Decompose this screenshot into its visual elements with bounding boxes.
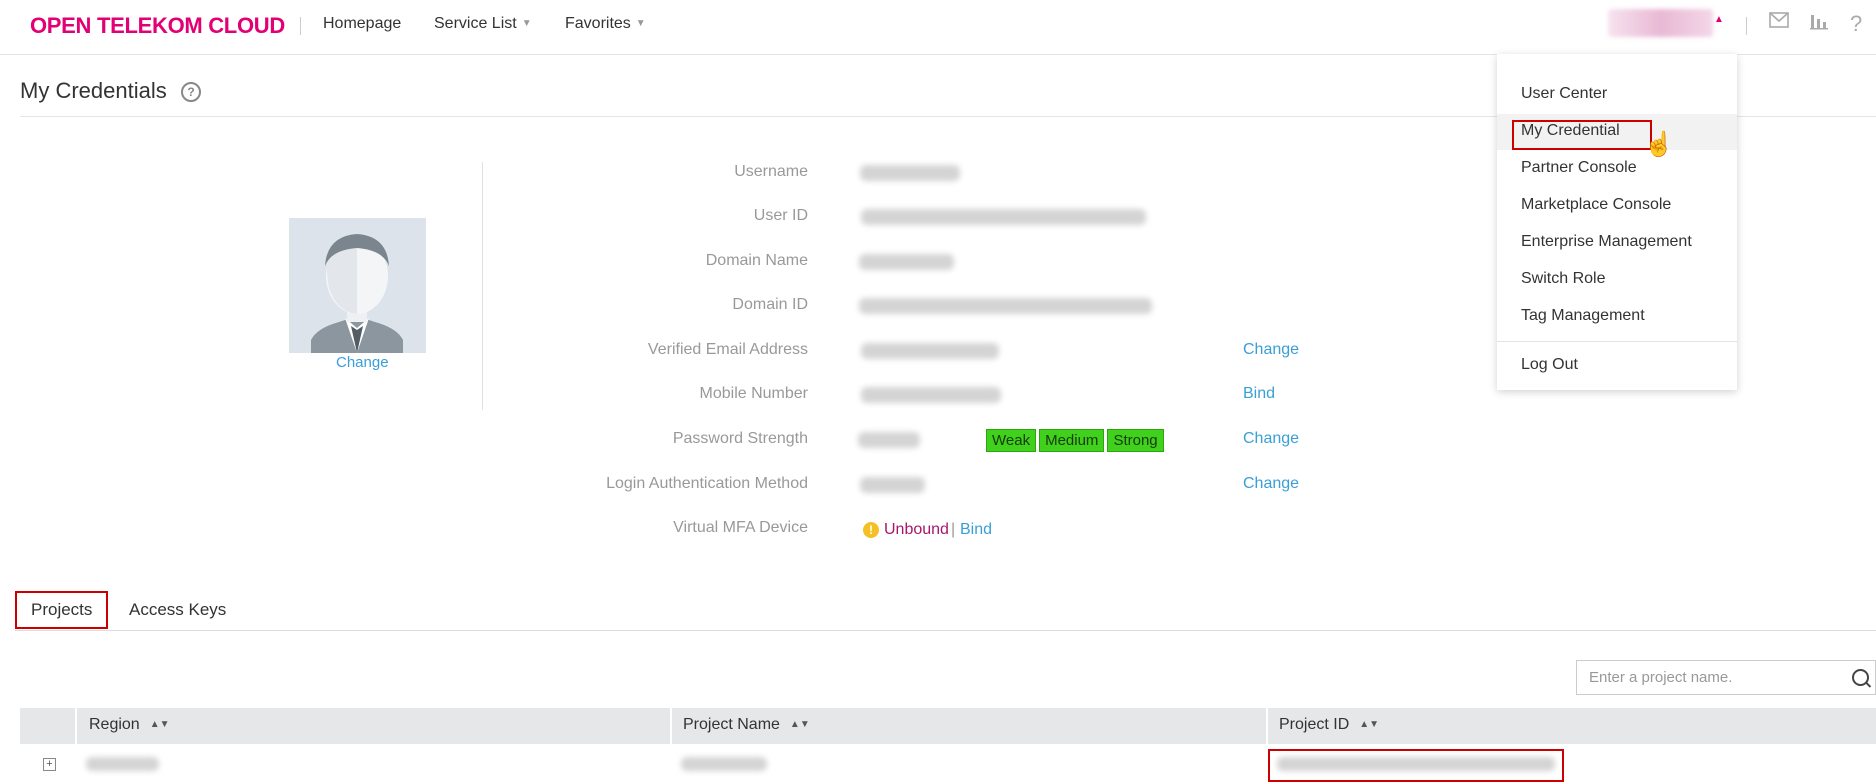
- nav-homepage[interactable]: Homepage: [323, 15, 401, 33]
- bind-mobile-link[interactable]: Bind: [1243, 385, 1275, 403]
- column-project-name-label: Project Name: [683, 716, 780, 733]
- top-header: OPEN TELEKOM CLOUD Homepage Service List…: [0, 0, 1876, 55]
- project-search: [1576, 660, 1876, 695]
- change-avatar-link[interactable]: Change: [336, 354, 389, 371]
- column-divider: [1266, 708, 1268, 744]
- strength-medium: Medium: [1039, 429, 1105, 452]
- mfa-separator: |: [951, 521, 956, 538]
- menu-item-switch-role[interactable]: Switch Role: [1521, 270, 1605, 288]
- expand-row-icon[interactable]: +: [43, 758, 56, 771]
- brand-logo[interactable]: OPEN TELEKOM CLOUD: [30, 13, 285, 39]
- strength-strong: Strong: [1107, 429, 1164, 452]
- region-value: [86, 757, 159, 771]
- login-auth-value: [860, 477, 925, 493]
- avatar: [289, 218, 426, 353]
- project-id-highlight-box: [1268, 749, 1564, 782]
- change-password-link[interactable]: Change: [1243, 430, 1299, 448]
- project-search-input[interactable]: [1577, 661, 1851, 694]
- header-divider: [300, 17, 301, 35]
- column-project-id-label: Project ID: [1279, 716, 1350, 733]
- password-strength-label: Password Strength: [672, 430, 808, 447]
- menu-item-user-center[interactable]: User Center: [1521, 85, 1607, 103]
- username-label: Username: [734, 163, 808, 180]
- header-divider: [1746, 17, 1747, 35]
- email-label: Verified Email Address: [647, 341, 808, 358]
- mobile-value: [861, 387, 1001, 403]
- sort-icon[interactable]: ▲▼: [790, 719, 810, 730]
- tab-projects[interactable]: Projects: [31, 600, 92, 620]
- password-value: [858, 432, 920, 448]
- chevron-down-icon: ▼: [635, 18, 646, 30]
- column-project-id[interactable]: Project ID ▲▼: [1279, 716, 1379, 734]
- change-login-auth-link[interactable]: Change: [1243, 475, 1299, 493]
- tab-access-keys[interactable]: Access Keys: [129, 600, 226, 620]
- column-project-name[interactable]: Project Name ▲▼: [683, 716, 810, 734]
- chevron-up-icon[interactable]: ▲: [1714, 14, 1724, 25]
- mfa-status: Unbound: [884, 521, 949, 538]
- tabs-divider: [15, 630, 1876, 631]
- mfa-label: Virtual MFA Device: [673, 519, 808, 536]
- menu-item-tag-management[interactable]: Tag Management: [1521, 307, 1645, 325]
- sort-icon[interactable]: ▲▼: [1359, 719, 1379, 730]
- bind-mfa-link[interactable]: Bind: [960, 521, 992, 539]
- menu-highlight-box: [1512, 120, 1652, 150]
- password-strength-meter: Weak Medium Strong: [986, 429, 1164, 452]
- nav-favorites[interactable]: Favorites ▼: [565, 15, 646, 33]
- project-name-value: [681, 757, 767, 771]
- change-email-link[interactable]: Change: [1243, 341, 1299, 359]
- menu-item-partner-console[interactable]: Partner Console: [1521, 159, 1637, 177]
- warning-icon: !: [863, 522, 879, 538]
- login-auth-label: Login Authentication Method: [606, 475, 808, 492]
- domain-id-label: Domain ID: [732, 296, 808, 313]
- chevron-down-icon: ▼: [521, 18, 532, 30]
- nav-service-list-label: Service List: [434, 15, 517, 32]
- email-value: [861, 343, 999, 359]
- user-id-value: [861, 209, 1146, 225]
- user-id-label: User ID: [753, 207, 808, 224]
- mail-icon[interactable]: [1769, 11, 1789, 35]
- column-region-label: Region: [89, 716, 140, 733]
- menu-item-enterprise-management[interactable]: Enterprise Management: [1521, 233, 1692, 251]
- nav-service-list[interactable]: Service List ▼: [434, 15, 532, 33]
- vertical-divider: [482, 162, 483, 410]
- search-icon[interactable]: [1852, 669, 1869, 686]
- menu-item-marketplace-console[interactable]: Marketplace Console: [1521, 196, 1671, 214]
- domain-id-value: [859, 298, 1152, 314]
- nav-favorites-label: Favorites: [565, 15, 631, 32]
- menu-divider: [1497, 341, 1737, 342]
- hand-pointer-icon: ☝: [1644, 131, 1674, 158]
- help-question-icon[interactable]: ?: [1850, 11, 1862, 37]
- domain-name-label: Domain Name: [705, 252, 808, 269]
- username-value: [860, 165, 960, 181]
- column-divider: [670, 708, 672, 744]
- help-circle-icon[interactable]: ?: [181, 82, 201, 102]
- mobile-label: Mobile Number: [699, 385, 808, 402]
- domain-name-value: [859, 254, 954, 270]
- menu-item-log-out[interactable]: Log Out: [1521, 356, 1578, 374]
- page-title: My Credentials: [20, 78, 167, 103]
- sort-icon[interactable]: ▲▼: [150, 719, 170, 730]
- bar-chart-icon[interactable]: [1810, 12, 1828, 36]
- user-dropdown-menu: User Center My Credential Partner Consol…: [1497, 54, 1737, 390]
- strength-weak: Weak: [986, 429, 1037, 452]
- column-divider: [75, 708, 77, 744]
- table-header: Region ▲▼ Project Name ▲▼ Project ID ▲▼: [20, 708, 1876, 744]
- user-account-name[interactable]: [1608, 9, 1713, 37]
- column-region[interactable]: Region ▲▼: [89, 716, 170, 734]
